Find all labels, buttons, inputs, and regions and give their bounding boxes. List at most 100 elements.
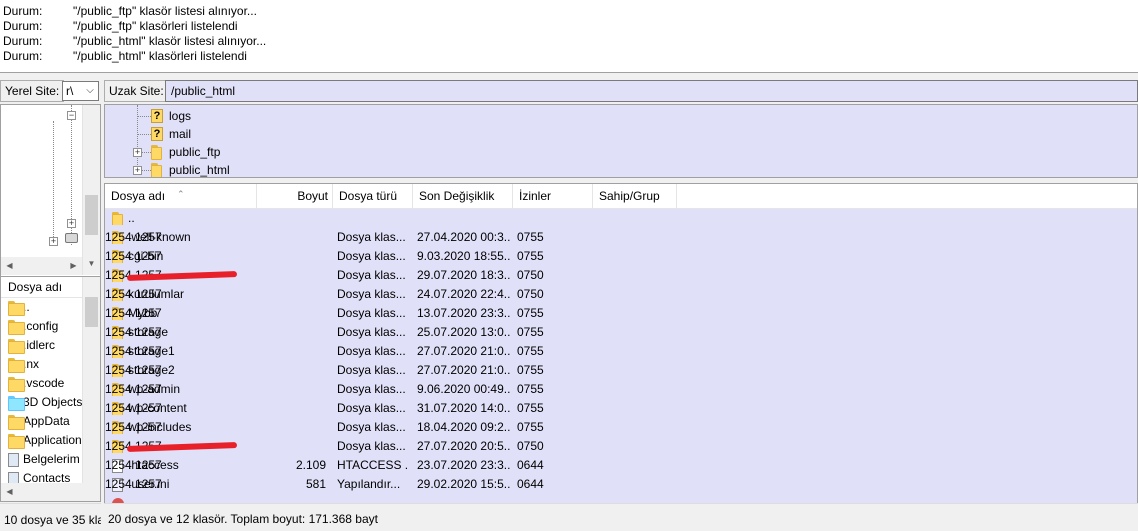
question-folder-icon: ? — [151, 127, 163, 141]
log-message: "/public_html" klasör listesi alınıyor..… — [73, 34, 267, 48]
remote-status-bar: 20 dosya ve 12 klasör. Toplam boyut: 171… — [104, 503, 1138, 531]
remote-dir-tree[interactable]: ? logs? mail + public_ftp + public_html — [104, 104, 1138, 178]
column-size-header[interactable]: Boyut — [257, 184, 333, 209]
list-item-label: Application — [23, 433, 82, 447]
folder-icon — [151, 145, 166, 160]
local-tree-hscrollbar[interactable]: ◀ ▶ — [1, 257, 82, 275]
list-item[interactable]: .. — [1, 298, 83, 317]
tree-item[interactable]: ? logs — [149, 107, 191, 125]
cell-type: Dosya klas... — [337, 439, 406, 453]
scrollbar-thumb[interactable] — [85, 297, 98, 327]
table-row[interactable]: .well-known Dosya klas... 27.04.2020 00:3.… — [105, 228, 1137, 247]
cell-date: 24.07.2020 22:4... — [417, 287, 510, 301]
scroll-left-arrow-icon[interactable]: ◀ — [1, 483, 18, 500]
folder-icon — [8, 434, 25, 449]
table-row[interactable]: Mybb Dosya klas... 13.07.2020 23:3... 0755 1… — [105, 304, 1137, 323]
table-row[interactable]: storage2 Dosya klas... 27.07.2020 21:0... 0… — [105, 361, 1137, 380]
column-name-header[interactable]: Dosya adı — [1, 277, 83, 298]
list-item-label: .idlerc — [23, 338, 56, 352]
remote-file-header: Dosya adı ⌃ Boyut Dosya türü Son Değişikl… — [105, 184, 1137, 209]
message-log[interactable]: Durum: "/public_ftp" klasör listesi alını… — [0, 0, 1138, 73]
3d-objects-icon — [8, 396, 25, 411]
cell-perm: 0644 — [517, 477, 544, 491]
scrollbar-thumb[interactable] — [85, 195, 98, 235]
local-site-bar: Yerel Site: — [0, 80, 65, 102]
column-name-header[interactable]: Dosya adı ⌃ — [105, 184, 257, 209]
table-row[interactable]: cgi-bin Dosya klas... 9.03.2020 18:55... 07… — [105, 247, 1137, 266]
table-row[interactable]: .user.ini 581 Yapılandır... 29.02.2020 15:5… — [105, 475, 1137, 494]
list-item-label: Belgelerim — [23, 452, 80, 466]
table-row[interactable]: Dosya klas... 29.07.2020 18:3... 0750 1254 … — [105, 266, 1137, 285]
list-item[interactable]: Belgelerim — [1, 450, 83, 469]
expand-icon[interactable]: + — [133, 148, 142, 157]
question-folder-icon: ? — [151, 109, 163, 123]
drive-icon[interactable] — [65, 233, 78, 243]
cell-perm: 0755 — [517, 230, 544, 244]
list-item[interactable]: .idlerc — [1, 336, 83, 355]
scroll-down-arrow-icon[interactable]: ▼ — [83, 255, 100, 272]
list-item[interactable]: .config — [1, 317, 83, 336]
sort-ascending-icon: ⌃ — [177, 189, 185, 199]
table-row[interactable]: storage Dosya klas... 25.07.2020 13:0... 07… — [105, 323, 1137, 342]
expand-icon[interactable]: + — [49, 237, 58, 246]
cell-date: 29.07.2020 18:3... — [417, 268, 510, 282]
log-status-key: Durum: — [3, 19, 43, 33]
cell-type: Dosya klas... — [337, 325, 406, 339]
table-row[interactable]: Dosya klas... 27.07.2020 20:5... 0750 1254 … — [105, 437, 1137, 456]
cell-perm: 0755 — [517, 306, 544, 320]
cell-owner: 1254 1257 — [105, 325, 162, 339]
expand-icon[interactable]: + — [133, 166, 142, 175]
tree-guide — [53, 121, 54, 241]
cell-owner: 1254 1257 — [105, 477, 162, 491]
table-row[interactable]: .htaccess2.109HTACCESS ...23.07.2020 23:… — [105, 456, 1137, 475]
local-files-scrollbar[interactable] — [82, 277, 100, 483]
cell-date: 13.07.2020 23:3... — [417, 306, 510, 320]
column-date-header[interactable]: Son Değişiklik — [413, 184, 513, 209]
list-item[interactable]: AppData — [1, 412, 83, 431]
cell-type: Yapılandır... — [337, 477, 401, 491]
cell-owner: 1254 1257 — [105, 401, 162, 415]
cell-owner: 1254 1257 — [105, 420, 162, 434]
column-type-header[interactable]: Dosya türü — [333, 184, 413, 209]
cell-size: 2.109 — [295, 458, 326, 472]
remote-file-list[interactable]: Dosya adı ⌃ Boyut Dosya türü Son Değişikl… — [104, 183, 1138, 504]
column-perm-header[interactable]: İzinler — [513, 184, 593, 209]
cell-date: 23.07.2020 23:3... — [417, 458, 510, 472]
tree-item[interactable]: ? mail — [149, 125, 191, 143]
table-row[interactable]: wp-content Dosya klas... 31.07.2020 14:0..… — [105, 399, 1137, 418]
list-item[interactable]: .nx — [1, 355, 83, 374]
local-file-list[interactable]: Dosya adı .. .config .idlerc .nx .vscode 3D O… — [0, 276, 101, 502]
expand-icon[interactable]: + — [67, 219, 76, 228]
cell-perm: 0755 — [517, 420, 544, 434]
local-dir-tree[interactable]: − + + ▼ ◀ ▶ — [0, 104, 101, 278]
table-row[interactable]: wp-admin Dosya klas... 9.06.2020 00:49... 0… — [105, 380, 1137, 399]
local-files-hscrollbar[interactable]: ◀ — [1, 483, 100, 501]
cell-type: HTACCESS ... — [337, 458, 407, 472]
list-item[interactable]: .vscode — [1, 374, 83, 393]
column-owner-header[interactable]: Sahip/Grup — [593, 184, 677, 209]
local-site-dropdown[interactable]: r\ ⌵ — [62, 81, 99, 101]
list-item[interactable]: Application — [1, 431, 83, 450]
cell-owner: 1254 1257 — [105, 287, 162, 301]
cell-owner: 1254 1257 — [105, 306, 162, 320]
tree-item[interactable]: public_html — [149, 161, 230, 177]
remote-site-input[interactable]: /public_html — [165, 80, 1138, 102]
list-item-label: 3D Objects — [23, 395, 83, 409]
collapse-icon[interactable]: − — [67, 111, 76, 120]
table-row[interactable]: .. — [105, 209, 1137, 228]
log-status-key: Durum: — [3, 34, 43, 48]
tree-item[interactable]: public_ftp — [149, 143, 220, 161]
local-file-header: Dosya adı — [1, 277, 83, 298]
scroll-left-arrow-icon[interactable]: ◀ — [1, 257, 18, 274]
cell-type: Dosya klas... — [337, 401, 406, 415]
local-site-value: r\ — [66, 84, 74, 98]
scroll-right-arrow-icon[interactable]: ▶ — [65, 257, 82, 274]
cell-type: Dosya klas... — [337, 306, 406, 320]
table-row[interactable]: storage1 Dosya klas... 27.07.2020 21:0... 0… — [105, 342, 1137, 361]
table-row[interactable]: kurulumlar Dosya klas... 24.07.2020 22:4..… — [105, 285, 1137, 304]
chevron-down-icon[interactable]: ⌵ — [83, 83, 97, 99]
cell-perm: 0644 — [517, 458, 544, 472]
table-row[interactable]: wp-includes Dosya klas... 18.04.2020 09:2.… — [105, 418, 1137, 437]
list-item[interactable]: 3D Objects — [1, 393, 83, 412]
local-tree-scrollbar[interactable]: ▼ — [82, 105, 100, 275]
